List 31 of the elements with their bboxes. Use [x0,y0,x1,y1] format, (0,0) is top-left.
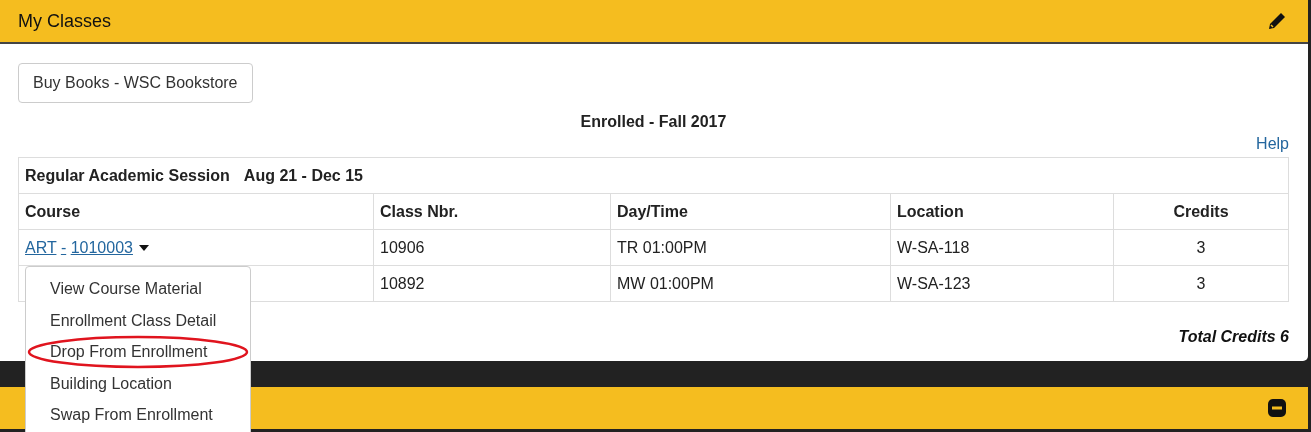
caret-icon[interactable] [138,245,149,252]
help-link[interactable]: Help [1256,135,1289,157]
column-header: Location [890,193,1114,230]
table-cell: W-SA-123 [897,274,971,292]
session-name: Regular Academic Session [25,166,230,184]
enrollment-heading: Enrolled - Fall 2017 [579,113,728,132]
column-header: Credits [1113,193,1289,230]
menu-item[interactable]: Building Location [26,367,250,400]
table-cell: TR 01:00PM [617,238,707,256]
panel-title: My Classes [18,10,111,32]
table-cell: 10892 [380,274,425,292]
menu-item[interactable]: Swap From Enrollment [26,399,250,431]
minimize-icon[interactable] [1267,398,1287,418]
table-cell: 3 [1196,238,1206,256]
menu-item[interactable]: Enrollment Class Detail [26,304,250,337]
course-subject-link[interactable]: ART [25,238,57,256]
course-number-link[interactable]: 1010003 [70,238,133,256]
menu-item[interactable]: View Course Material [26,273,250,305]
course-separator-link[interactable]: - [60,238,67,256]
column-header: Day/Time [610,193,891,230]
table-cell: 3 [1196,274,1206,292]
menu-item[interactable]: Drop From Enrollment [26,336,250,368]
total-credits: Total Credits 6 [1178,328,1289,346]
buy-books-button[interactable]: Buy Books - WSC Bookstore [18,63,253,103]
table-cell: MW 01:00PM [617,274,714,292]
column-header: Class Nbr. [373,193,611,230]
session-dates: Aug 21 - Dec 15 [243,166,363,184]
column-header: Course [18,193,374,230]
table-cell: W-SA-118 [897,238,970,256]
table-cell: 10906 [380,238,425,256]
pencil-icon[interactable] [1267,11,1287,31]
